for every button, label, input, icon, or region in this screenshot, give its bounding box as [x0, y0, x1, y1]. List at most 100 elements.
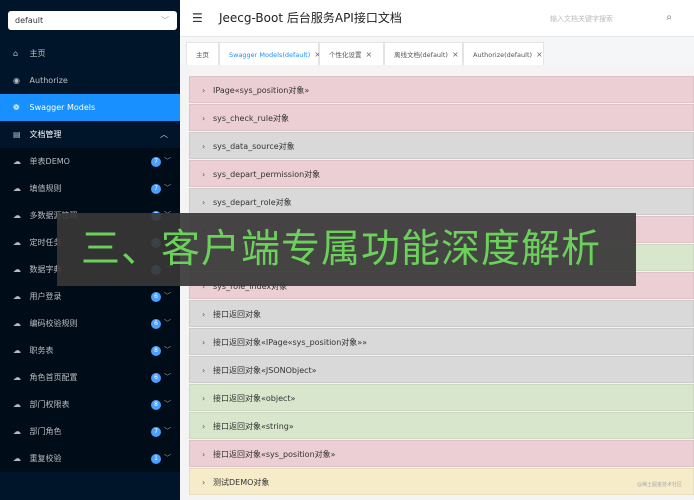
chevron-right-icon: ›	[202, 142, 206, 151]
sidebar-item-label: Swagger Models	[29, 103, 96, 112]
tab-bar: 主页 Swagger Models(default) × 个性化设置 × 离线文档(…	[180, 37, 694, 66]
sidebar-item-doc[interactable]: ☁ 职务表 8 ﹀	[0, 337, 180, 364]
tab-label: 主页	[196, 51, 209, 59]
chevron-down-icon: ﹀	[164, 454, 171, 462]
sidebar-item-authorize[interactable]: ◉ Authorize	[0, 67, 180, 94]
sidebar-item-home[interactable]: ⌂ 主页	[0, 40, 180, 67]
chevron-right-icon: ›	[202, 338, 206, 347]
tab-label: Swagger Models(default)	[229, 51, 311, 59]
sidebar-item-label: 文档管理	[29, 130, 62, 139]
model-label: IPage«sys_position对象»	[213, 86, 310, 95]
top-header: ☰ Jeecg-Boot 后台服务API接口文档 ⌕	[180, 0, 694, 37]
model-row[interactable]: › sys_data_source对象	[189, 132, 694, 159]
watermark: @稀土掘金技术社区	[636, 482, 682, 488]
cloud-icon: ☁	[13, 427, 21, 436]
model-label: sys_data_source对象	[213, 142, 295, 151]
count-badge: 1	[151, 454, 161, 464]
model-label: 测试DEMO对象	[213, 478, 270, 487]
count-badge: 6	[151, 373, 161, 383]
sidebar-item-doc[interactable]: ☁ 单表DEMO 7 ﹀	[0, 148, 180, 175]
tab-authorize[interactable]: Authorize(default) ×	[463, 42, 544, 66]
group-select[interactable]: default ﹀	[8, 11, 177, 30]
count-badge: 7	[151, 157, 161, 167]
chevron-right-icon: ›	[202, 114, 206, 123]
sidebar-item-doc[interactable]: ☁ 重复校验 1 ﹀	[0, 445, 180, 472]
sidebar-item-doc[interactable]: ☁ 部门角色 7 ﹀	[0, 418, 180, 445]
model-row[interactable]: › 接口返回对象«string»	[189, 412, 694, 439]
model-row[interactable]: › 接口返回对象	[189, 300, 694, 327]
model-label: 接口返回对象	[213, 310, 261, 319]
cloud-icon: ☁	[13, 346, 21, 355]
chevron-right-icon: ›	[202, 394, 206, 403]
search-icon[interactable]: ⌕	[666, 12, 672, 23]
model-row[interactable]: › 接口返回对象«sys_position对象»	[189, 440, 694, 467]
sidebar-item-label: 重复校验	[29, 454, 62, 463]
sidebar-item-swagger-models[interactable]: ❁ Swagger Models	[0, 94, 180, 121]
tab-label: 离线文档(default)	[394, 51, 448, 59]
tab-home[interactable]: 主页	[186, 42, 219, 66]
model-row[interactable]: › 接口返回对象«object»	[189, 384, 694, 411]
cloud-icon: ☁	[13, 211, 21, 220]
chevron-down-icon: ﹀	[164, 319, 171, 327]
count-badge: 8	[151, 400, 161, 410]
search-box: ⌕	[550, 9, 684, 28]
cloud-icon: ☁	[13, 292, 21, 301]
model-label: sys_depart_role对象	[213, 198, 292, 207]
document-submenu: ☁ 单表DEMO 7 ﹀ ☁ 填值规则 7 ﹀ ☁ 多数据源管理 7 ﹀	[0, 148, 180, 472]
sidebar-item-doc[interactable]: ☁ 编码校验规则 6 ﹀	[0, 310, 180, 337]
model-row[interactable]: › sys_check_rule对象	[189, 104, 694, 131]
overlay-banner: 三、客户端专属功能深度解析	[57, 213, 636, 286]
chevron-right-icon: ›	[202, 422, 206, 431]
sidebar-item-doc[interactable]: ☁ 填值规则 7 ﹀	[0, 175, 180, 202]
chevron-down-icon: ﹀	[164, 427, 171, 435]
sidebar-item-label: 编码校验规则	[29, 319, 78, 328]
chevron-right-icon: ›	[202, 170, 206, 179]
search-input[interactable]	[550, 9, 660, 28]
sidebar-item-label: 职务表	[29, 346, 54, 355]
group-select-value: default	[15, 16, 44, 25]
sidebar-item-label: 部门权限表	[29, 400, 70, 409]
swagger-models-icon: ❁	[13, 103, 20, 112]
model-label: sys_check_rule对象	[213, 114, 289, 123]
cloud-icon: ☁	[13, 319, 21, 328]
sidebar-item-label: 角色首页配置	[29, 373, 78, 382]
menu-toggle-icon[interactable]: ☰	[192, 11, 203, 25]
chevron-down-icon: ﹀	[164, 292, 171, 300]
count-badge: 6	[151, 292, 161, 302]
chevron-down-icon: ﹀	[164, 400, 171, 408]
model-label: 接口返回对象«IPage«sys_position对象»»	[213, 338, 368, 347]
sidebar-item-doc[interactable]: ☁ 部门权限表 8 ﹀	[0, 391, 180, 418]
sidebar-item-document-management[interactable]: ▤ 文档管理 ︿	[0, 121, 180, 148]
model-row[interactable]: › sys_depart_permission对象	[189, 160, 694, 187]
chevron-down-icon: ﹀	[164, 184, 171, 192]
page-title: Jeecg-Boot 后台服务API接口文档	[219, 11, 402, 25]
model-row[interactable]: › IPage«sys_position对象»	[189, 76, 694, 103]
chevron-right-icon: ›	[202, 86, 206, 95]
model-row[interactable]: › 接口返回对象«JSONObject»	[189, 356, 694, 383]
sidebar-item-label: 主页	[29, 49, 46, 58]
model-row[interactable]: › sys_depart_role对象	[189, 188, 694, 215]
document-management-icon: ▤	[13, 130, 21, 139]
model-label: sys_depart_permission对象	[213, 170, 321, 179]
close-icon[interactable]: ×	[366, 50, 373, 59]
tab-offline-docs[interactable]: 离线文档(default) ×	[384, 42, 463, 66]
close-icon[interactable]: ×	[452, 50, 459, 59]
chevron-down-icon: ﹀	[161, 16, 169, 25]
home-icon: ⌂	[13, 49, 19, 58]
chevron-down-icon: ﹀	[164, 346, 171, 354]
model-label: 接口返回对象«JSONObject»	[213, 366, 317, 375]
tab-personal-settings[interactable]: 个性化设置 ×	[319, 42, 384, 66]
chevron-down-icon: ﹀	[164, 373, 171, 381]
tab-swagger-models[interactable]: Swagger Models(default) ×	[219, 42, 321, 66]
chevron-right-icon: ›	[202, 310, 206, 319]
chevron-down-icon: ﹀	[164, 157, 171, 165]
model-row[interactable]: › 测试DEMO对象	[189, 468, 694, 495]
close-icon[interactable]: ×	[536, 50, 543, 59]
sidebar-item-label: Authorize	[29, 76, 68, 85]
model-label: 接口返回对象«object»	[213, 394, 296, 403]
model-row[interactable]: › 接口返回对象«IPage«sys_position对象»»	[189, 328, 694, 355]
sidebar-item-doc[interactable]: ☁ 角色首页配置 6 ﹀	[0, 364, 180, 391]
sidebar-item-doc[interactable]: ☁ 用户登录 6 ﹀	[0, 283, 180, 310]
count-badge: 6	[151, 319, 161, 329]
cloud-icon: ☁	[13, 373, 21, 382]
